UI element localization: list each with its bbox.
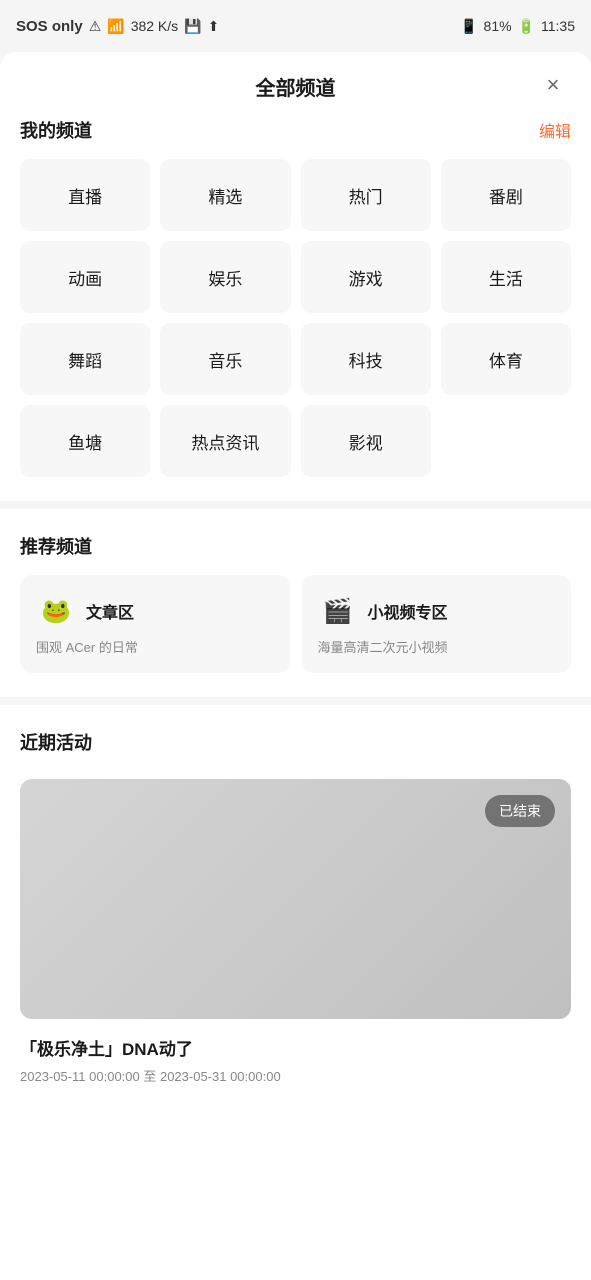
battery-percent: 81%: [484, 18, 512, 34]
sos-text: SOS only: [16, 18, 83, 35]
my-channels-header: 我的频道 编辑: [20, 117, 571, 143]
wifi-icon: 📶: [107, 18, 124, 35]
edit-button[interactable]: 编辑: [539, 118, 571, 142]
channel-item[interactable]: 动画: [20, 241, 150, 313]
channel-item[interactable]: 生活: [441, 241, 571, 313]
battery-icon: 🔋: [518, 18, 535, 35]
activity-card[interactable]: 已结束: [20, 779, 571, 1019]
channel-item[interactable]: 影视: [301, 405, 431, 477]
recommend-card-header: 🎬 小视频专区: [318, 591, 556, 631]
activity-badge: 已结束: [485, 795, 555, 827]
recommend-name: 文章区: [86, 599, 134, 623]
recommend-header: 推荐频道: [20, 533, 571, 559]
channel-item[interactable]: 科技: [301, 323, 431, 395]
status-right: 📱 81% 🔋 11:35: [460, 18, 575, 35]
channel-item[interactable]: 游戏: [301, 241, 431, 313]
recommend-grid: 🐸 文章区 围观 ACer 的日常 🎬 小视频专区 海量高清二次元小视频: [20, 575, 571, 673]
recommend-card[interactable]: 🐸 文章区 围观 ACer 的日常: [20, 575, 290, 673]
status-left: SOS only ⚠ 📶 382 K/s 💾 ⬆: [16, 18, 219, 35]
channel-item[interactable]: 番剧: [441, 159, 571, 231]
close-button[interactable]: ×: [535, 67, 571, 103]
activity-info: 「极乐净土」DNA动了 2023-05-11 00:00:00 至 2023-0…: [0, 1019, 591, 1101]
activity-date: 2023-05-11 00:00:00 至 2023-05-31 00:00:0…: [20, 1066, 571, 1085]
channel-item[interactable]: 热点资讯: [160, 405, 290, 477]
time-display: 11:35: [541, 18, 575, 34]
upload-icon: ⬆: [208, 18, 220, 35]
recommend-desc: 海量高清二次元小视频: [318, 639, 556, 657]
status-bar: SOS only ⚠ 📶 382 K/s 💾 ⬆ 📱 81% 🔋 11:35: [0, 0, 591, 52]
sim-icon: 💾: [184, 18, 201, 35]
channel-item[interactable]: 舞蹈: [20, 323, 150, 395]
recommend-icon: 🎬: [318, 591, 358, 631]
recommend-card[interactable]: 🎬 小视频专区 海量高清二次元小视频: [302, 575, 572, 673]
network-speed: 382 K/s: [131, 18, 178, 34]
section-divider-2: [0, 697, 591, 705]
channel-item[interactable]: 精选: [160, 159, 290, 231]
page-title: 全部频道: [256, 72, 336, 101]
recommend-title: 推荐频道: [20, 533, 92, 559]
channel-grid: 直播精选热门番剧动画娱乐游戏生活舞蹈音乐科技体育鱼塘热点资讯影视: [20, 159, 571, 477]
recommend-desc: 围观 ACer 的日常: [36, 639, 274, 657]
channel-item[interactable]: 直播: [20, 159, 150, 231]
main-container: 全部频道 × 我的频道 编辑 直播精选热门番剧动画娱乐游戏生活舞蹈音乐科技体育鱼…: [0, 52, 591, 1280]
channel-item[interactable]: 鱼塘: [20, 405, 150, 477]
channel-item[interactable]: 体育: [441, 323, 571, 395]
channel-item[interactable]: 娱乐: [160, 241, 290, 313]
recommend-name: 小视频专区: [368, 599, 448, 623]
my-channels-section: 我的频道 编辑 直播精选热门番剧动画娱乐游戏生活舞蹈音乐科技体育鱼塘热点资讯影视: [0, 117, 591, 477]
recent-activities-section: 近期活动: [0, 729, 591, 755]
channel-item[interactable]: 热门: [301, 159, 431, 231]
header: 全部频道 ×: [0, 52, 591, 117]
activities-title: 近期活动: [20, 729, 92, 755]
section-divider-1: [0, 501, 591, 509]
activity-title: 「极乐净土」DNA动了: [20, 1035, 571, 1060]
warning-icon: ⚠: [89, 18, 102, 35]
recommend-card-header: 🐸 文章区: [36, 591, 274, 631]
activities-header: 近期活动: [20, 729, 571, 755]
device-icon: 📱: [460, 18, 477, 35]
recommend-section: 推荐频道 🐸 文章区 围观 ACer 的日常 🎬 小视频专区 海量高清二次元小视…: [0, 533, 591, 673]
channel-item[interactable]: 音乐: [160, 323, 290, 395]
recommend-icon: 🐸: [36, 591, 76, 631]
my-channels-title: 我的频道: [20, 117, 92, 143]
